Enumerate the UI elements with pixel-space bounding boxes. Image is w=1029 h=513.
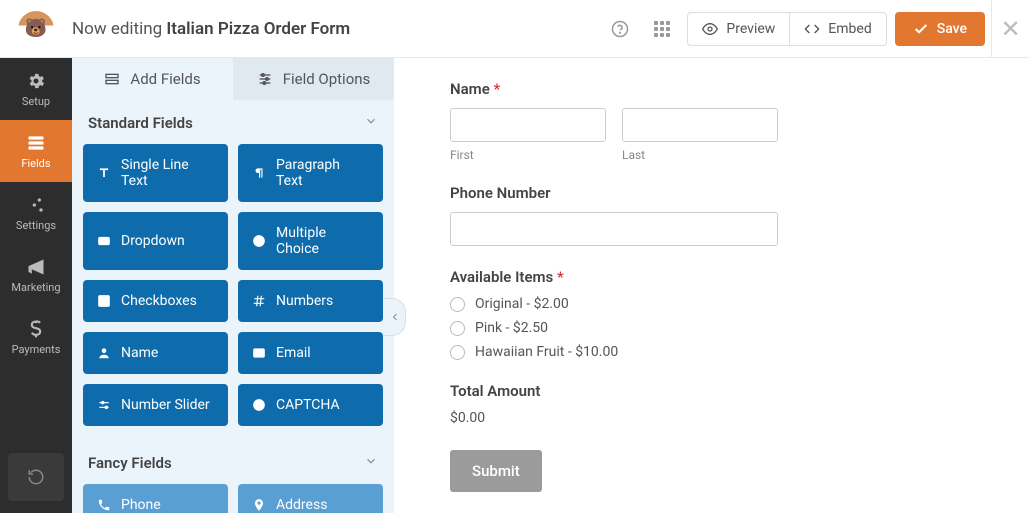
field-multiple-choice[interactable]: Multiple Choice: [238, 212, 383, 270]
preview-field-name[interactable]: Name * First Last: [450, 80, 981, 162]
help-icon[interactable]: [603, 12, 637, 46]
field-numbers[interactable]: Numbers: [238, 280, 383, 322]
nav-setup[interactable]: Setup: [0, 58, 72, 120]
form-preview: Name * First Last Phone Number Available…: [394, 58, 1029, 513]
field-address[interactable]: Address: [238, 484, 383, 513]
nav-fields[interactable]: Fields: [0, 120, 72, 182]
item-option-0[interactable]: Original - $2.00: [450, 296, 981, 312]
preview-field-items[interactable]: Available Items * Original - $2.00 Pink …: [450, 268, 981, 360]
field-paragraph-text[interactable]: Paragraph Text: [238, 144, 383, 202]
field-email[interactable]: Email: [238, 332, 383, 374]
phone-input[interactable]: [450, 212, 778, 246]
item-option-2[interactable]: Hawaiian Fruit - $10.00: [450, 344, 981, 360]
preview-button[interactable]: Preview: [688, 13, 789, 45]
field-checkboxes[interactable]: Checkboxes: [83, 280, 228, 322]
embed-button[interactable]: Embed: [789, 13, 885, 45]
field-phone[interactable]: Phone: [83, 484, 228, 513]
preview-field-total[interactable]: Total Amount $0.00: [450, 382, 981, 426]
section-fancy-fields[interactable]: Fancy Fields: [72, 440, 394, 484]
apps-grid-icon[interactable]: [645, 12, 679, 46]
chevron-down-icon: [364, 114, 378, 132]
last-name-label: Last: [622, 148, 778, 162]
field-name[interactable]: Name: [83, 332, 228, 374]
field-number-slider[interactable]: Number Slider: [83, 384, 228, 426]
tab-add-fields[interactable]: Add Fields: [72, 58, 233, 100]
total-amount-value: $0.00: [450, 410, 981, 426]
field-single-line-text[interactable]: Single Line Text: [83, 144, 228, 202]
first-name-label: First: [450, 148, 606, 162]
nav-revision[interactable]: [8, 453, 64, 501]
first-name-input[interactable]: [450, 108, 606, 142]
section-standard-fields[interactable]: Standard Fields: [72, 100, 394, 144]
left-nav: Setup Fields Settings Marketing Payments: [0, 58, 72, 513]
preview-field-phone[interactable]: Phone Number: [450, 184, 981, 246]
item-option-1[interactable]: Pink - $2.50: [450, 320, 981, 336]
collapse-panel-button[interactable]: [384, 298, 406, 336]
preview-embed-group: Preview Embed: [687, 12, 886, 46]
chevron-down-icon: [364, 454, 378, 472]
last-name-input[interactable]: [622, 108, 778, 142]
save-button[interactable]: Save: [895, 12, 985, 46]
nav-settings[interactable]: Settings: [0, 182, 72, 244]
topbar: 🐻 Now editing Italian Pizza Order Form P…: [0, 0, 1029, 58]
tab-field-options[interactable]: Field Options: [233, 58, 394, 100]
nav-marketing[interactable]: Marketing: [0, 244, 72, 306]
app-logo[interactable]: 🐻: [0, 0, 72, 57]
page-title: Now editing Italian Pizza Order Form: [72, 19, 350, 39]
nav-payments[interactable]: Payments: [0, 306, 72, 368]
fields-panel: Add Fields Field Options Standard Fields…: [72, 58, 394, 513]
close-icon[interactable]: ✕: [991, 0, 1029, 58]
field-captcha[interactable]: CAPTCHA: [238, 384, 383, 426]
field-dropdown[interactable]: Dropdown: [83, 212, 228, 270]
submit-button[interactable]: Submit: [450, 450, 542, 492]
